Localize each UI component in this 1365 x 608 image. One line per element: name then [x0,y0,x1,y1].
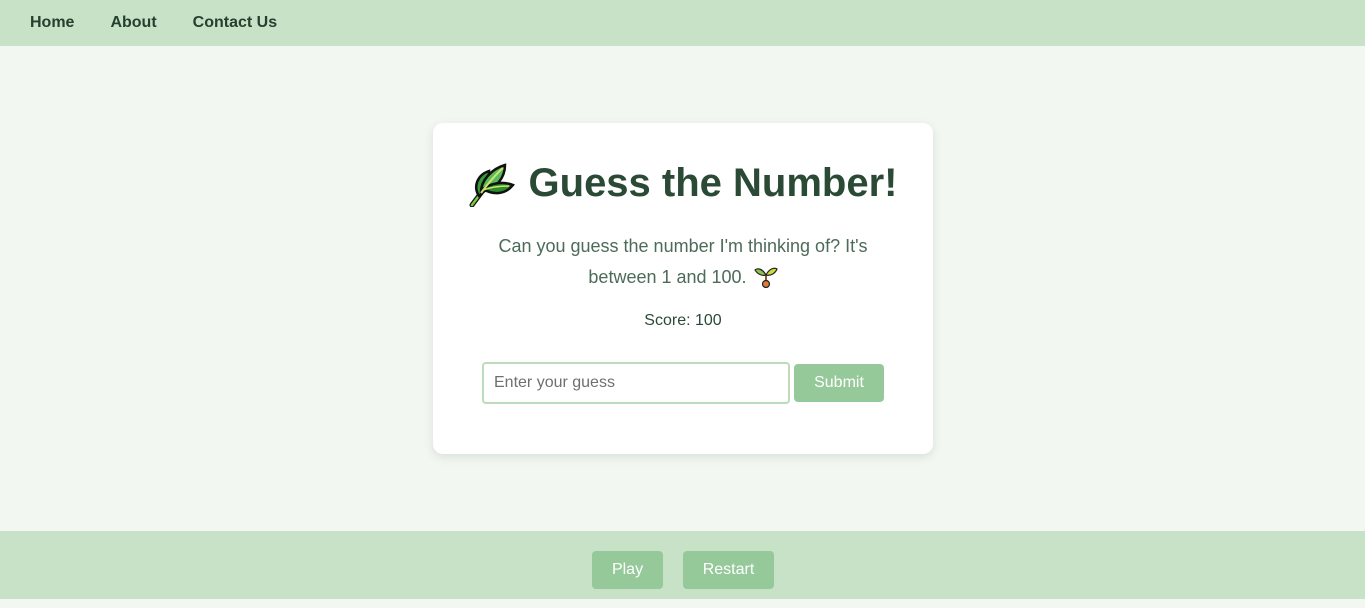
sprout-icon [753,264,778,289]
bottom-strip [0,599,1365,608]
play-button[interactable]: Play [592,551,663,589]
game-title-row: Guess the Number! [433,159,933,208]
game-card: Guess the Number! Can you guess the numb… [433,123,933,454]
footer-bar: Play Restart [0,531,1365,599]
submit-button[interactable]: Submit [794,364,884,402]
top-navigation: Home About Contact Us [0,0,1365,46]
nav-about-link[interactable]: About [110,14,156,32]
game-description: Can you guess the number I'm thinking of… [473,231,893,293]
description-text: Can you guess the number I'm thinking of… [498,236,868,287]
guess-input[interactable] [482,362,790,404]
nav-contact-link[interactable]: Contact Us [193,14,277,32]
restart-button[interactable]: Restart [683,551,774,589]
leaf-icon [469,159,515,208]
nav-home-link[interactable]: Home [30,14,74,32]
game-title: Guess the Number! [528,160,898,205]
score-display: Score: 100 [644,312,722,329]
